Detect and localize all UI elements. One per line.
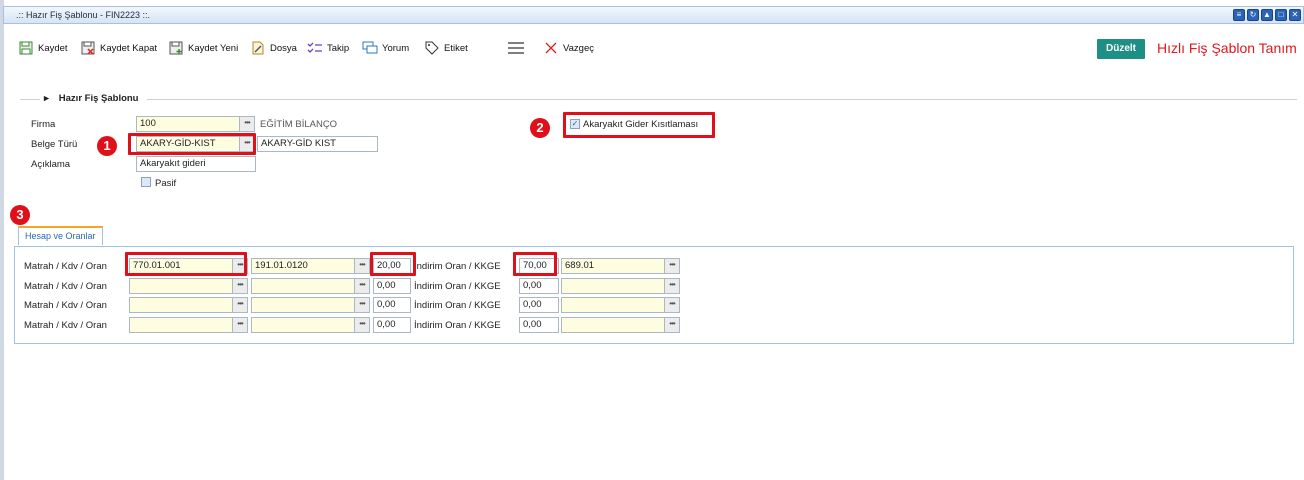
kdv-lookup-button[interactable]: ••• xyxy=(354,258,370,274)
save-button[interactable]: Kaydet xyxy=(18,40,68,56)
indirim-input[interactable]: 0,00 xyxy=(519,317,559,333)
comment-icon xyxy=(362,41,378,54)
indirim-kkge-label: İndirim Oran / KKGE xyxy=(414,281,501,292)
close-icon[interactable]: ✕ xyxy=(1289,9,1301,21)
badge-1: 1 xyxy=(97,136,117,156)
aciklama-label: Açıklama xyxy=(31,159,71,170)
badge-2: 2 xyxy=(530,118,550,138)
highlight-oran xyxy=(370,252,416,276)
highlight-matrah xyxy=(125,252,247,276)
comment-label: Yorum xyxy=(382,42,410,54)
indirim-kkge-label: İndirim Oran / KKGE xyxy=(414,300,501,311)
kkge-input[interactable]: 689.01 xyxy=(561,258,665,274)
section-header[interactable]: ▸ Hazır Fiş Şablonu xyxy=(40,93,147,104)
kkge-lookup-button[interactable]: ••• xyxy=(664,258,680,274)
matrah-input[interactable] xyxy=(129,278,233,294)
comment-button[interactable]: Yorum xyxy=(362,40,409,56)
save-close-icon xyxy=(81,41,95,55)
save-label: Kaydet xyxy=(38,42,68,54)
close-x-icon xyxy=(545,42,557,54)
pasif-label: Pasif xyxy=(155,178,177,189)
indirim-input[interactable]: 0,00 xyxy=(519,297,559,313)
checklist-icon xyxy=(307,42,322,53)
hamburger-icon xyxy=(508,42,524,54)
highlight-belge-turu xyxy=(128,133,256,155)
firma-label: Firma xyxy=(31,119,56,130)
oran-input[interactable]: 0,00 xyxy=(373,278,411,294)
oran-input[interactable]: 0,00 xyxy=(373,317,411,333)
edit-button[interactable]: Düzelt xyxy=(1097,39,1145,59)
belge-turu-name: AKARY-GİD KIST xyxy=(257,136,378,152)
save-new-icon xyxy=(169,41,183,55)
file-label: Dosya xyxy=(270,42,297,54)
background-window-edge xyxy=(0,0,4,480)
cancel-label: Vazgeç xyxy=(563,42,594,54)
save-new-label: Kaydet Yeni xyxy=(188,42,239,54)
kkge-lookup-button[interactable]: ••• xyxy=(664,297,680,313)
kdv-input[interactable] xyxy=(251,297,355,313)
highlight-indirim xyxy=(513,252,557,276)
matrah-lookup-button[interactable]: ••• xyxy=(232,317,248,333)
section-title: Hazır Fiş Şablonu xyxy=(58,93,139,104)
kdv-lookup-button[interactable]: ••• xyxy=(354,297,370,313)
badge-3: 3 xyxy=(10,205,30,225)
save-new-button[interactable]: Kaydet Yeni xyxy=(168,40,238,56)
caret-right-icon: ▸ xyxy=(44,93,49,104)
save-close-button[interactable]: Kaydet Kapat xyxy=(80,40,157,56)
cancel-button[interactable]: Vazgeç xyxy=(543,40,594,56)
firma-lookup-button[interactable]: ••• xyxy=(239,116,255,132)
tag-button[interactable]: Etiket xyxy=(424,40,468,56)
maximize-icon[interactable]: □ xyxy=(1275,9,1287,21)
row-label: Matrah / Kdv / Oran xyxy=(24,300,107,311)
matrah-lookup-button[interactable]: ••• xyxy=(232,297,248,313)
kkge-lookup-button[interactable]: ••• xyxy=(664,278,680,294)
matrah-input[interactable] xyxy=(129,317,233,333)
kdv-lookup-button[interactable]: ••• xyxy=(354,317,370,333)
file-button[interactable]: Dosya xyxy=(250,40,297,56)
save-close-label: Kaydet Kapat xyxy=(100,42,158,54)
kdv-input[interactable]: 191.01.0120 xyxy=(251,258,355,274)
kkge-lookup-button[interactable]: ••• xyxy=(664,317,680,333)
page-title: Hızlı Fiş Şablon Tanım xyxy=(1157,40,1297,56)
follow-label: Takip xyxy=(327,42,350,54)
matrah-lookup-button[interactable]: ••• xyxy=(232,278,248,294)
tag-icon xyxy=(425,41,439,55)
kdv-input[interactable] xyxy=(251,317,355,333)
row-label: Matrah / Kdv / Oran xyxy=(24,281,107,292)
indirim-kkge-label: İndirim Oran / KKGE xyxy=(414,320,501,331)
indirim-kkge-label: İndirim Oran / KKGE xyxy=(414,261,501,272)
firma-name: EĞİTİM BİLANÇO xyxy=(260,119,338,130)
matrah-input[interactable] xyxy=(129,297,233,313)
belge-turu-label: Belge Türü xyxy=(31,139,78,150)
firma-input[interactable]: 100 xyxy=(136,116,240,132)
tag-label: Etiket xyxy=(444,42,468,54)
file-icon xyxy=(252,41,264,55)
follow-button[interactable]: Takip xyxy=(307,40,349,56)
section-divider xyxy=(20,99,1297,100)
kdv-input[interactable] xyxy=(251,278,355,294)
save-icon xyxy=(19,41,33,55)
row-label: Matrah / Kdv / Oran xyxy=(24,261,107,272)
menu-button[interactable] xyxy=(506,40,526,56)
refresh-icon[interactable]: ↻ xyxy=(1247,9,1259,21)
row-label: Matrah / Kdv / Oran xyxy=(24,320,107,331)
oran-input[interactable]: 0,00 xyxy=(373,297,411,313)
indirim-input[interactable]: 0,00 xyxy=(519,278,559,294)
window-controls: ≡ ↻ ▲ □ ✕ xyxy=(1233,9,1301,21)
tile-icon[interactable]: ≡ xyxy=(1233,9,1245,21)
kkge-input[interactable] xyxy=(561,297,665,313)
highlight-akaryakit xyxy=(563,112,715,138)
window-title: .:: Hazır Fiş Şablonu - FIN2223 ::. xyxy=(16,10,151,20)
kkge-input[interactable] xyxy=(561,278,665,294)
aciklama-input[interactable]: Akaryakıt gideri xyxy=(136,156,256,172)
kkge-input[interactable] xyxy=(561,317,665,333)
tab-hesap-ve-oranlar[interactable]: Hesap ve Oranlar xyxy=(18,226,103,245)
minimize-icon[interactable]: ▲ xyxy=(1261,9,1273,21)
kdv-lookup-button[interactable]: ••• xyxy=(354,278,370,294)
window-titlebar[interactable]: .:: Hazır Fiş Şablonu - FIN2223 ::. ≡ ↻ … xyxy=(3,6,1304,24)
pasif-checkbox[interactable] xyxy=(141,177,151,187)
